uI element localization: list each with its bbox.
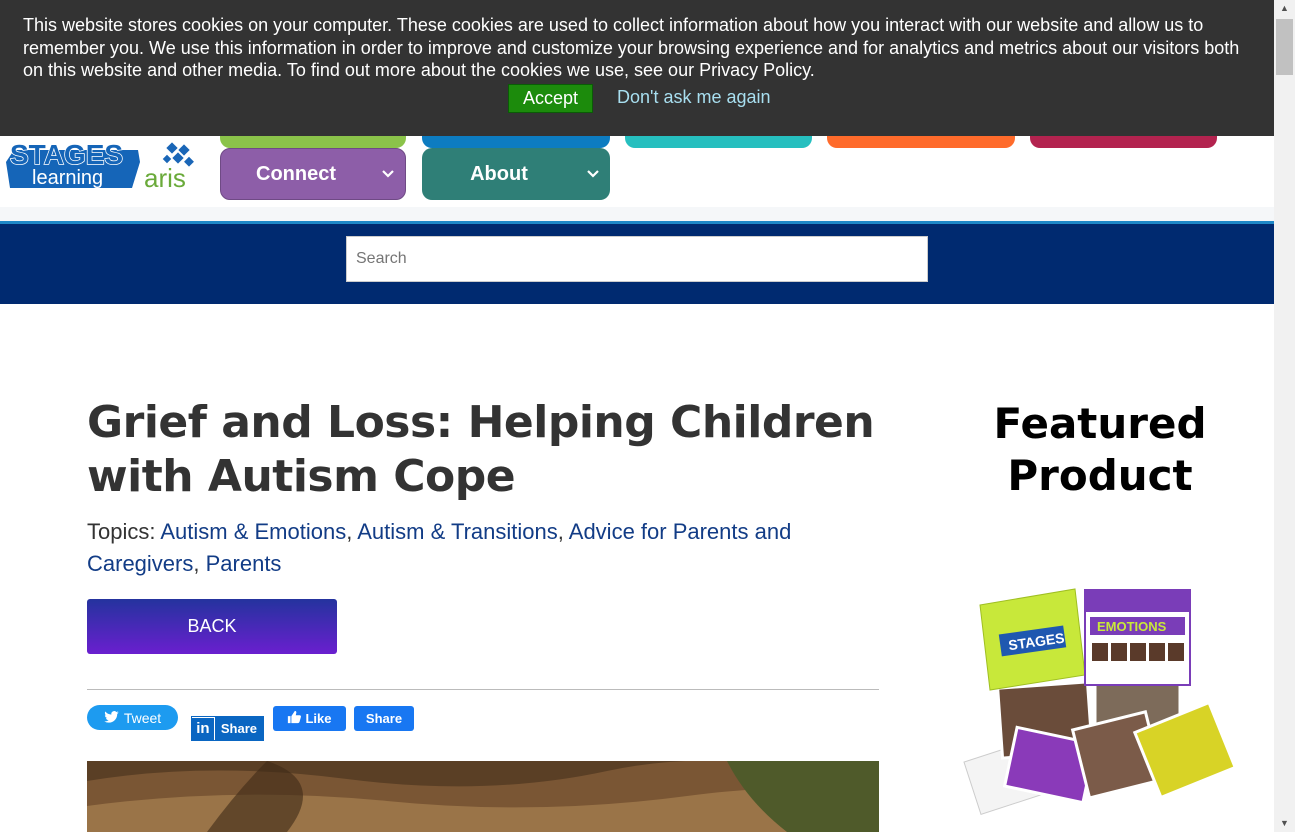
twitter-bird-icon — [104, 710, 119, 726]
facebook-like-label: Like — [305, 711, 332, 726]
facebook-like-button[interactable]: Like — [273, 706, 346, 731]
product-box2-label: EMOTIONS — [1097, 619, 1167, 634]
stages-aris-logo[interactable]: STAGES learning aris — [4, 138, 204, 194]
nav-connect[interactable]: Connect — [220, 148, 406, 200]
featured-product-heading: Featured Product — [993, 399, 1207, 500]
topic-link-autism-transitions[interactable]: Autism & Transitions — [357, 519, 558, 544]
tweet-button[interactable]: Tweet — [87, 705, 178, 730]
cookie-banner: This website stores cookies on your comp… — [0, 0, 1274, 136]
featured-product-image[interactable]: STAGES EMOTIONS — [960, 575, 1240, 815]
topic-link-autism-emotions[interactable]: Autism & Emotions — [160, 519, 346, 544]
hero-graphic — [87, 761, 879, 832]
nav-about[interactable]: About — [422, 148, 610, 200]
scrollbar-thumb[interactable] — [1276, 19, 1293, 75]
search-input[interactable] — [346, 236, 928, 282]
product-graphic: STAGES EMOTIONS — [963, 588, 1238, 815]
logo-aris-text: aris — [144, 163, 186, 193]
scroll-up-arrow-icon[interactable]: ▲ — [1274, 0, 1295, 17]
scroll-down-arrow-icon[interactable]: ▼ — [1274, 815, 1295, 832]
article-title: Grief and Loss: Helping Children with Au… — [87, 397, 875, 502]
logo-graphic: STAGES learning aris — [6, 138, 194, 193]
cookie-dont-ask-link[interactable]: Don't ask me again — [617, 86, 771, 108]
topics-label: Topics: — [87, 519, 161, 544]
linkedin-icon: in — [192, 717, 214, 740]
facebook-share-label: Share — [365, 711, 403, 726]
nav-about-label: About — [470, 162, 528, 185]
logo-learning-text: learning — [32, 167, 103, 189]
search-band — [0, 221, 1274, 304]
divider — [87, 689, 879, 690]
facebook-share-button[interactable]: Share — [354, 706, 414, 731]
nav-connect-label: Connect — [256, 162, 336, 185]
article-hero-image — [87, 761, 879, 832]
chevron-down-icon[interactable] — [576, 166, 610, 182]
topic-link-parents[interactable]: Parents — [206, 551, 282, 576]
back-button[interactable]: BACK — [87, 599, 337, 654]
header-divider — [0, 207, 1274, 221]
cookie-banner-text: This website stores cookies on your comp… — [23, 15, 1240, 80]
logo-stages-text: STAGES — [10, 139, 123, 170]
tweet-label: Tweet — [123, 709, 162, 726]
thumbs-up-icon — [287, 710, 302, 727]
page-scrollbar[interactable]: ▲ ▼ — [1274, 0, 1295, 832]
cookie-accept-button[interactable]: Accept — [508, 84, 593, 113]
article-topics: Topics: Autism & Emotions, Autism & Tran… — [87, 519, 792, 576]
linkedin-share-label: Share — [214, 717, 263, 740]
chevron-down-icon[interactable] — [371, 166, 405, 182]
linkedin-share-button[interactable]: in Share — [191, 716, 264, 741]
